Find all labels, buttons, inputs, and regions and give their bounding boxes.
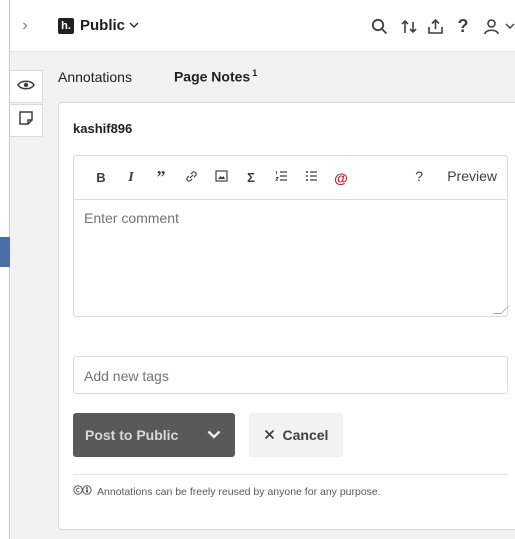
numbered-list-icon <box>274 170 288 185</box>
chevron-right-icon: › <box>22 16 28 34</box>
new-page-note-button[interactable] <box>10 104 43 137</box>
post-button[interactable]: Post to Public <box>73 413 235 457</box>
tab-page-notes-label: Page Notes <box>173 68 251 85</box>
creative-commons-icon <box>73 485 93 498</box>
topbar-actions: ? <box>367 0 515 52</box>
tab-page-notes[interactable]: Page Notes 1 <box>174 68 257 85</box>
comment-textarea[interactable]: Enter comment <box>74 200 507 316</box>
sort-icon[interactable] <box>397 14 421 38</box>
bulleted-list-button[interactable] <box>300 167 322 189</box>
close-icon <box>264 427 275 443</box>
cancel-button[interactable]: Cancel <box>249 413 343 457</box>
collapse-sidebar-button[interactable]: › <box>10 0 40 52</box>
mention-button[interactable]: @ <box>330 167 352 189</box>
sidebar-tabs: Annotations Page Notes 1 <box>58 68 299 85</box>
tags-placeholder: Add new tags <box>84 368 169 384</box>
bulleted-list-icon <box>305 170 318 185</box>
sidebar-toggle-buttons <box>10 70 46 138</box>
comment-placeholder: Enter comment <box>84 210 179 226</box>
username: kashif896 <box>73 121 133 136</box>
annotation-sidebar: Annotations Page Notes1 kashif896 B I ” <box>10 52 515 539</box>
page-note-icon <box>18 110 34 131</box>
link-button[interactable] <box>180 167 202 189</box>
divider <box>73 474 508 475</box>
chevron-down-icon[interactable] <box>205 425 223 443</box>
quote-icon: ” <box>156 167 166 187</box>
markdown-editor: B I ” Σ @ ? Preview Enter comment <box>73 155 509 317</box>
underlying-page-strip <box>0 0 10 539</box>
page-notes-count: 1 <box>252 68 258 78</box>
image-button[interactable] <box>210 167 232 189</box>
sigma-icon: Σ <box>247 170 255 185</box>
toggle-highlights-button[interactable] <box>10 70 43 103</box>
share-icon[interactable] <box>423 14 447 38</box>
license-notice: Annotations can be freely reused by anyo… <box>73 485 381 498</box>
page-fragment-tab <box>0 237 10 267</box>
help-icon[interactable]: ? <box>451 14 475 38</box>
markdown-help-link[interactable]: ? <box>415 168 423 184</box>
cancel-button-label: Cancel <box>282 427 329 443</box>
chevron-down-icon[interactable] <box>505 14 515 38</box>
license-text: Annotations can be freely reused by anyo… <box>97 485 381 498</box>
italic-icon: I <box>128 169 134 185</box>
at-icon: @ <box>334 169 348 186</box>
link-icon <box>185 170 198 186</box>
bold-button[interactable]: B <box>90 167 112 189</box>
sidebar-topbar: › h. Public ? <box>10 0 515 52</box>
page-fragment-top <box>0 52 10 70</box>
numbered-list-button[interactable] <box>270 167 292 189</box>
group-selector[interactable]: h. Public <box>58 17 139 34</box>
chevron-down-icon <box>129 20 139 32</box>
search-icon[interactable] <box>367 14 391 38</box>
eye-icon <box>17 78 35 96</box>
italic-button[interactable]: I <box>120 167 142 189</box>
markdown-toolbar: B I ” Σ @ ? Preview <box>74 156 507 200</box>
quote-button[interactable]: ” <box>150 167 172 189</box>
math-button[interactable]: Σ <box>240 167 262 189</box>
post-button-label: Post to Public <box>85 427 179 443</box>
group-name: Public <box>80 17 126 34</box>
image-icon <box>214 170 228 185</box>
tab-annotations[interactable]: Annotations <box>58 69 132 85</box>
bold-icon: B <box>96 170 106 185</box>
hypothesis-logo: h. <box>58 17 74 34</box>
tags-input[interactable]: Add new tags <box>73 356 508 394</box>
preview-button[interactable]: Preview <box>447 168 497 184</box>
user-icon[interactable] <box>479 14 503 38</box>
annotation-editor-card: kashif896 B I ” Σ @ ? Preview Enter comm… <box>58 102 515 530</box>
